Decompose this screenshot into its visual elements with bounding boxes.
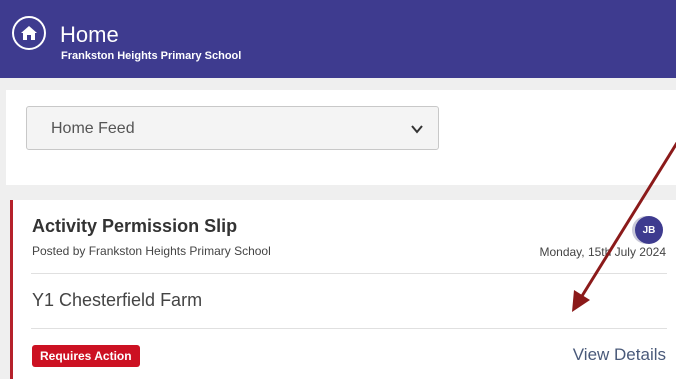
post-title: Activity Permission Slip bbox=[32, 216, 238, 236]
app-header: Home Frankston Heights Primary School bbox=[0, 0, 676, 78]
post-author: Posted by Frankston Heights Primary Scho… bbox=[32, 244, 271, 258]
home-icon bbox=[21, 26, 37, 40]
view-details-link[interactable]: View Details bbox=[573, 345, 666, 365]
requires-action-badge: Requires Action bbox=[32, 345, 140, 367]
chevron-down-icon bbox=[411, 125, 423, 134]
school-name: Frankston Heights Primary School bbox=[61, 50, 242, 62]
post-date: Monday, 15th July 2024 bbox=[539, 245, 666, 259]
divider bbox=[31, 273, 667, 274]
post-body: Y1 Chesterfield Farm bbox=[32, 290, 203, 310]
avatar[interactable]: JB bbox=[635, 216, 663, 244]
divider bbox=[31, 328, 667, 329]
page-title: Home bbox=[60, 22, 119, 47]
feed-selector-card: Home Feed bbox=[6, 90, 676, 185]
feed-select-value: Home Feed bbox=[51, 120, 135, 137]
post-card[interactable]: Activity Permission Slip Posted by Frank… bbox=[10, 200, 676, 379]
home-button[interactable] bbox=[12, 16, 46, 50]
feed-select[interactable]: Home Feed bbox=[26, 106, 439, 150]
